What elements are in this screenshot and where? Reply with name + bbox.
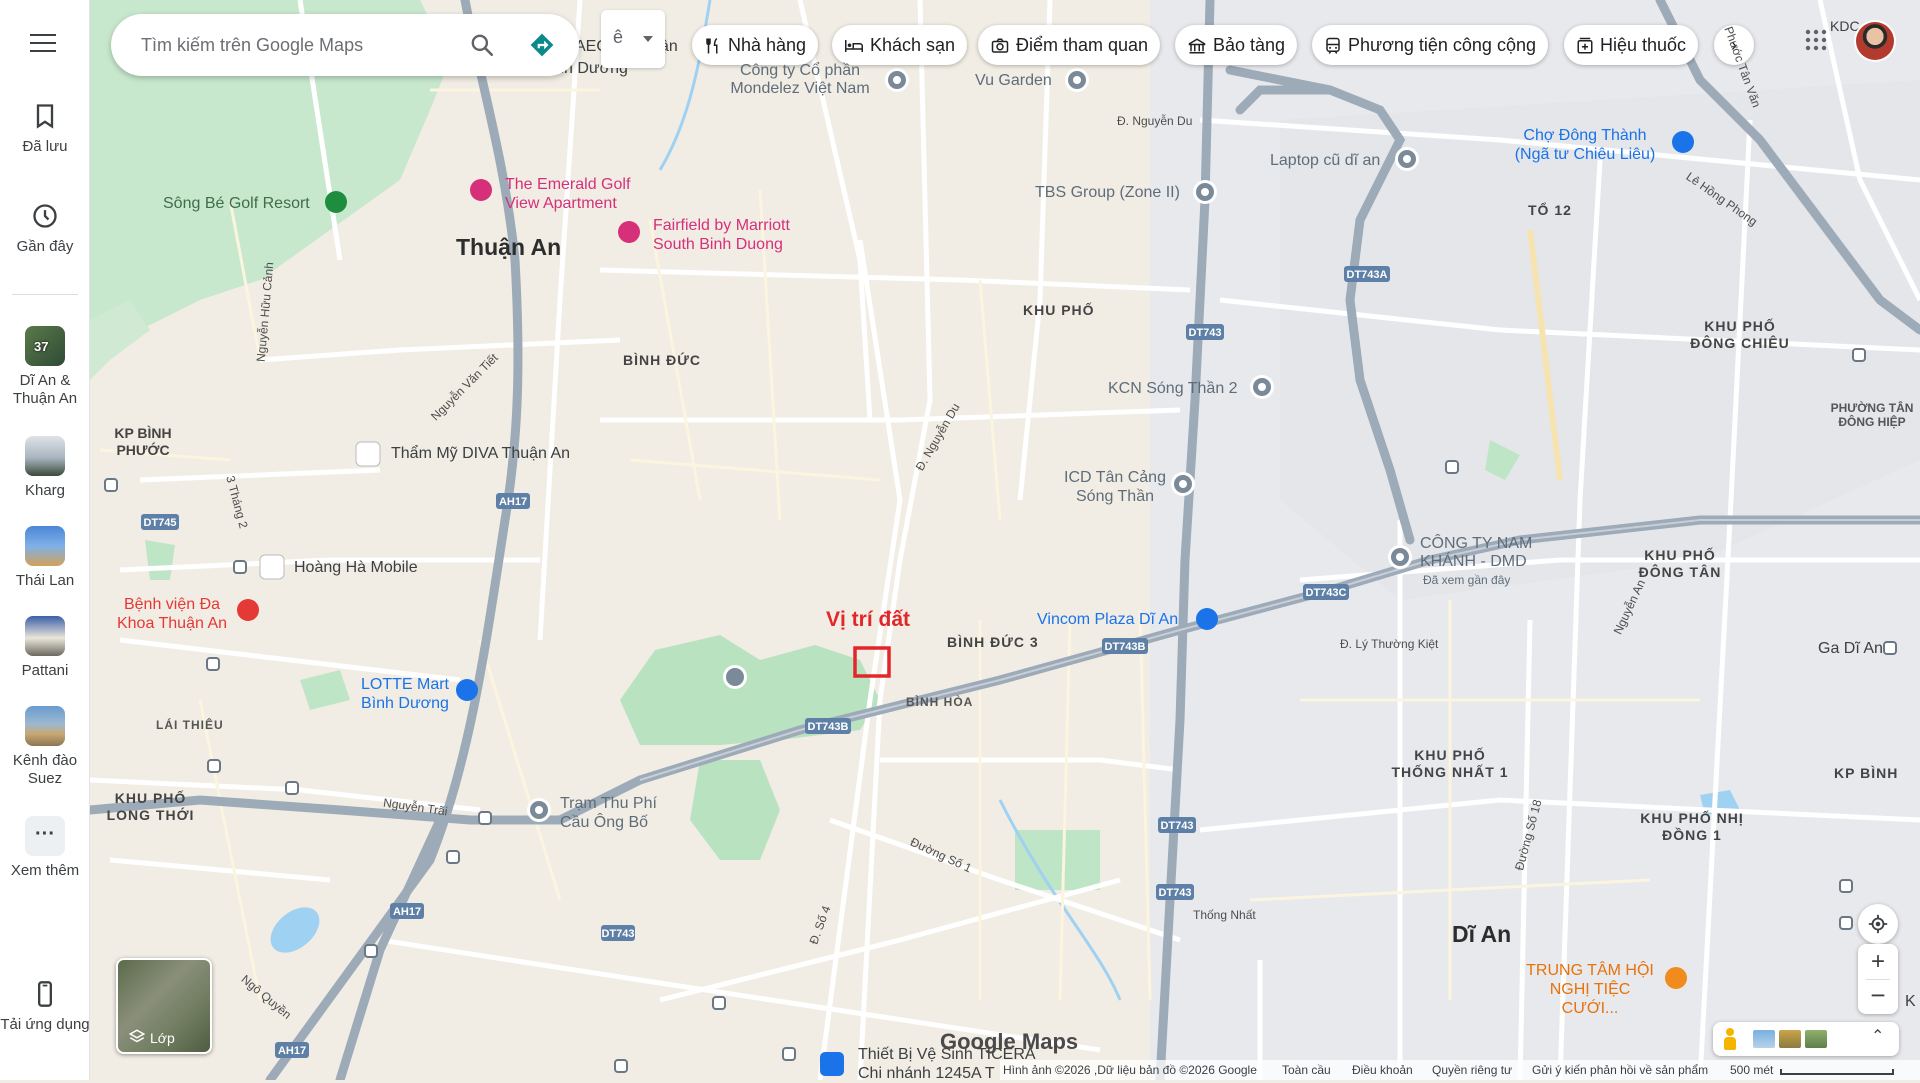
chip-label: Điểm tham quan [1016, 35, 1149, 55]
chip-attractions[interactable]: Điểm tham quan [978, 25, 1161, 65]
park-area-3 [1015, 830, 1100, 890]
selector-glyph: ê [613, 27, 624, 47]
svg-text:DT745: DT745 [143, 517, 176, 529]
svg-text:DT743: DT743 [1158, 887, 1191, 899]
search-icon[interactable] [469, 32, 495, 58]
my-location-button[interactable] [1858, 904, 1898, 944]
sidebar-item-thai-lan[interactable]: Thái Lan [0, 526, 90, 590]
zoom-in-button[interactable]: + [1858, 944, 1898, 979]
sidebar-item-label: Gần đây [16, 238, 74, 255]
svg-text:DT743: DT743 [601, 928, 634, 940]
svg-text:DT743C: DT743C [1306, 587, 1347, 599]
footer-imagery: Hình ảnh ©2026 ,Dữ liệu bản đồ ©2026 Goo… [1003, 1063, 1257, 1077]
chevron-down-icon [643, 36, 653, 42]
transit-icon [1326, 37, 1340, 54]
sidebar-item-recent[interactable]: Gần đây [0, 202, 90, 256]
sidebar-item-label: Đã lưu [22, 138, 68, 155]
apps-grid-icon[interactable] [1804, 28, 1828, 52]
sidebar-item-suez[interactable]: Kênh đào Suez [0, 706, 90, 788]
hotel-icon [845, 40, 863, 52]
bookmark-icon [36, 104, 54, 129]
chip-label: Hiệu thuốc [1600, 35, 1687, 55]
sidebar-item-kharg[interactable]: Kharg [0, 436, 90, 500]
chips-next-button[interactable]: › [1714, 25, 1754, 65]
bottom-control-bar: ⌃ [1713, 1022, 1899, 1056]
history-icon [33, 204, 57, 228]
map-canvas[interactable]: DT743A DT743 DT745 AH17 DT743B DT743C DT… [0, 0, 1920, 1080]
svg-text:DT743B: DT743B [1105, 641, 1146, 653]
avatar[interactable] [1856, 22, 1894, 60]
pharmacy-icon [1577, 37, 1593, 54]
phone-icon [38, 981, 52, 1007]
zoom-out-button[interactable]: − [1858, 979, 1898, 1014]
chip-label: Nhà hàng [728, 35, 807, 55]
sidebar-item-label: Thái Lan [15, 572, 75, 589]
search-input[interactable] [139, 32, 459, 58]
place-thumbnail [25, 526, 65, 566]
list-thumbnail: 37 [25, 326, 65, 366]
footer-privacy[interactable]: Quyền riêng tư [1432, 1063, 1512, 1077]
sidebar-item-label: Dĩ An & Thuận An [12, 372, 78, 407]
chip-label: Phương tiện công cộng [1348, 35, 1536, 55]
zoom-control: + − [1858, 944, 1898, 1014]
sidebar-item-download-app[interactable]: Tải ứng dụng [0, 980, 90, 1034]
sidebar-item-label: Kênh đào Suez [12, 752, 78, 787]
chevron-right-icon: › [1731, 35, 1737, 55]
sidebar-item-label: Pattani [21, 662, 69, 679]
svg-text:AH17: AH17 [393, 906, 421, 918]
layers-icon [128, 1029, 146, 1043]
imagery-thumb-2[interactable] [1779, 1030, 1801, 1048]
layers-label: Lớp [150, 1030, 175, 1046]
chip-label: Bảo tàng [1213, 35, 1286, 55]
map-footer: Hình ảnh ©2026 ,Dữ liệu bản đồ ©2026 Goo… [1000, 1060, 1920, 1080]
search-box [111, 14, 579, 76]
my-location-icon [1868, 914, 1888, 934]
footer-scale-label[interactable]: 500 mét [1730, 1063, 1773, 1077]
sidebar-item-di-an-thuan-an[interactable]: 37 Dĩ An & Thuận An [0, 326, 90, 408]
imagery-thumb-3[interactable] [1805, 1030, 1827, 1048]
svg-text:DT743: DT743 [1188, 327, 1221, 339]
layer-selector[interactable]: ê [601, 10, 665, 68]
menu-icon[interactable] [30, 32, 56, 52]
restaurant-icon [706, 37, 718, 54]
place-thumbnail [25, 616, 65, 656]
chevron-up-icon[interactable]: ⌃ [1871, 1026, 1884, 1046]
list-count-badge: 37 [34, 339, 49, 354]
footer-terms[interactable]: Điều khoản [1352, 1063, 1413, 1077]
sidebar-divider [12, 294, 78, 295]
chip-label: Khách sạn [870, 35, 956, 55]
camera-icon [991, 38, 1009, 53]
svg-text:DT743B: DT743B [808, 721, 849, 733]
sidebar-item-saved[interactable]: Đã lưu [0, 102, 90, 156]
left-sidebar: Đã lưu Gần đây 37 Dĩ An & Thuận An Kharg… [0, 0, 90, 1080]
svg-text:DT743: DT743 [1160, 820, 1193, 832]
directions-icon[interactable] [529, 32, 555, 58]
sidebar-item-label: Tải ứng dụng [0, 1016, 90, 1033]
chip-pharmacy[interactable]: Hiệu thuốc [1564, 25, 1699, 65]
park-area-5 [145, 540, 175, 580]
more-icon: ··· [25, 816, 65, 856]
footer-feedback[interactable]: Gửi ý kiến phản hồi về sản phẩm [1532, 1063, 1708, 1077]
sidebar-item-label: Xem thêm [10, 862, 80, 879]
svg-text:DT743A: DT743A [1347, 269, 1388, 281]
svg-text:AH17: AH17 [278, 1045, 306, 1057]
chip-transit[interactable]: Phương tiện công cộng [1312, 25, 1548, 65]
place-thumbnail [25, 706, 65, 746]
imagery-thumb-1[interactable] [1753, 1030, 1775, 1048]
svg-text:AH17: AH17 [499, 496, 527, 508]
account-label: KDC [1830, 18, 1860, 34]
chip-restaurants[interactable]: Nhà hàng [692, 25, 819, 65]
sidebar-item-pattani[interactable]: Pattani [0, 616, 90, 680]
chip-museums[interactable]: Bảo tàng [1175, 25, 1298, 65]
museum-icon [1188, 38, 1206, 54]
sidebar-item-label: Kharg [24, 482, 66, 499]
sidebar-item-more[interactable]: ··· Xem thêm [0, 816, 90, 880]
chip-hotels[interactable]: Khách sạn [832, 25, 968, 65]
scale-bar [1780, 1069, 1894, 1075]
place-thumbnail [25, 436, 65, 476]
pegman-icon[interactable] [1723, 1028, 1737, 1050]
footer-global[interactable]: Toàn cầu [1282, 1063, 1331, 1077]
layers-button[interactable]: Lớp [116, 958, 212, 1054]
